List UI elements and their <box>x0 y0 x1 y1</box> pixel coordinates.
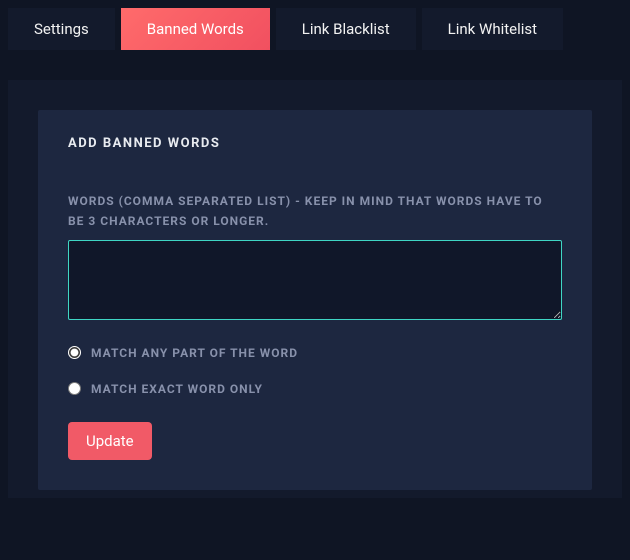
update-button[interactable]: Update <box>68 422 152 460</box>
match-any-radio[interactable] <box>68 346 81 359</box>
tab-link-whitelist[interactable]: Link Whitelist <box>422 8 563 50</box>
match-exact-label: Match exact word only <box>91 382 263 396</box>
tab-link-blacklist[interactable]: Link Blacklist <box>276 8 416 50</box>
tab-banned-words[interactable]: Banned Words <box>121 8 270 50</box>
match-exact-row[interactable]: Match exact word only <box>68 382 562 396</box>
tab-bar: Settings Banned Words Link Blacklist Lin… <box>8 8 622 50</box>
match-any-label: Match any part of the word <box>91 346 298 360</box>
panel-title: Add Banned Words <box>68 136 562 151</box>
match-exact-radio[interactable] <box>68 382 81 395</box>
words-input[interactable] <box>68 240 562 320</box>
panel-container: Add Banned Words Words (comma separated … <box>8 80 622 498</box>
add-banned-words-panel: Add Banned Words Words (comma separated … <box>38 110 592 490</box>
words-field-label: Words (comma separated list) - Keep in m… <box>68 191 562 232</box>
tab-settings[interactable]: Settings <box>8 8 115 50</box>
match-any-row[interactable]: Match any part of the word <box>68 346 562 360</box>
